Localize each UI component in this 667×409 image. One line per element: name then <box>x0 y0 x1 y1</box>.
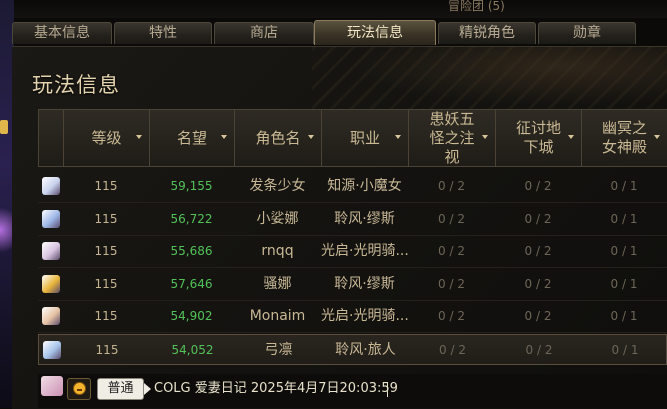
column-header-character-name[interactable]: 角色名 <box>234 110 321 166</box>
raid-1-progress-cell: 0 / 2 <box>438 211 465 226</box>
sort-arrow-icon <box>482 135 488 139</box>
column-header-level-label: 等级 <box>91 128 122 147</box>
table-row[interactable]: 115 56,722 小娑娜 聆风·缪斯 0 / 2 0 / 2 0 / 1 <box>38 204 667 236</box>
raid-3-progress-cell: 0 / 1 <box>610 211 638 226</box>
job-cell: 聆风·缪斯 <box>334 275 395 292</box>
character-name-cell: 小娑娜 <box>256 210 299 227</box>
raid-3-progress-cell: 0 / 1 <box>611 342 639 357</box>
chat-bar: 普通 <box>38 374 667 408</box>
chat-channel-button[interactable]: 普通 <box>97 378 144 400</box>
raid-3-progress-cell: 0 / 1 <box>610 179 638 193</box>
job-cell: 光启·光明骑... <box>321 243 408 259</box>
sort-arrow-icon <box>654 135 660 139</box>
level-cell: 115 <box>94 244 118 258</box>
job-cell: 聆风·缪斯 <box>334 210 395 227</box>
raid-1-progress-cell: 0 / 2 <box>438 276 465 291</box>
level-cell: 115 <box>95 342 119 357</box>
fame-cell: 56,722 <box>170 211 213 226</box>
job-cell: 知源·小魔女 <box>327 178 402 194</box>
raid-1-progress-cell: 0 / 2 <box>438 244 465 258</box>
column-header-fame[interactable]: 名望 <box>149 110 234 166</box>
column-header-raid-3-label: 幽冥之女神殿 <box>601 119 647 156</box>
column-header-raid-1-label: 患妖五怪之注视 <box>429 109 475 166</box>
tab-gameplay-info[interactable]: 玩法信息 <box>314 20 436 45</box>
sort-arrow-icon <box>395 135 401 139</box>
fame-cell: 59,155 <box>170 179 213 193</box>
window-title: 冒险团 (5) <box>448 0 505 13</box>
job-cell: 聆风·旅人 <box>335 341 396 358</box>
character-avatar <box>42 242 60 260</box>
character-avatar <box>43 340 61 359</box>
column-header-job-label: 职业 <box>349 128 380 147</box>
column-header-fame-label: 名望 <box>176 128 207 147</box>
column-header-raid-1[interactable]: 患妖五怪之注视 <box>408 110 495 166</box>
fame-cell: 57,646 <box>170 276 213 291</box>
tab-bar: 基本信息 特性 商店 玩法信息 精锐角色 勋章 <box>12 20 667 46</box>
raid-2-progress-cell: 0 / 2 <box>524 211 552 226</box>
channel-arrow-icon <box>144 383 151 395</box>
sort-arrow-icon <box>221 135 227 139</box>
smiley-icon <box>73 382 86 395</box>
raid-3-progress-cell: 0 / 1 <box>610 276 638 291</box>
character-name-cell: 发条少女 <box>249 178 306 194</box>
character-name-cell: Monaim <box>249 308 306 324</box>
chat-input[interactable] <box>154 378 667 400</box>
tab-traits[interactable]: 特性 <box>114 22 212 44</box>
raid-1-progress-cell: 0 / 2 <box>438 179 465 193</box>
raid-3-progress-cell: 0 / 1 <box>610 309 638 323</box>
raid-2-progress-cell: 0 / 2 <box>525 342 553 357</box>
fame-cell: 55,686 <box>170 244 213 258</box>
character-name-cell: 骚娜 <box>263 275 292 292</box>
fame-cell: 54,902 <box>170 309 213 323</box>
panel-decoration <box>312 47 667 113</box>
raid-2-progress-cell: 0 / 2 <box>524 276 552 291</box>
chat-avatar <box>41 376 63 396</box>
raid-1-progress-cell: 0 / 2 <box>438 309 465 323</box>
background-spark <box>0 120 8 134</box>
column-header-avatar <box>38 110 63 166</box>
character-name-cell: 弓凛 <box>264 341 293 358</box>
level-cell: 115 <box>94 309 118 323</box>
character-avatar <box>42 209 60 228</box>
column-header-raid-2-label: 征讨地下城 <box>515 119 561 156</box>
panel-title: 玩法信息 <box>32 73 120 97</box>
character-avatar <box>42 274 60 293</box>
column-header-character-name-label: 角色名 <box>255 128 301 147</box>
background-glow <box>0 200 12 260</box>
fame-cell: 54,052 <box>171 342 214 357</box>
level-cell: 115 <box>94 276 118 291</box>
table-row[interactable]: 115 54,052 弓凛 聆风·旅人 0 / 2 0 / 2 0 / 1 <box>38 333 667 365</box>
table-row[interactable]: 115 57,646 骚娜 聆风·缪斯 0 / 2 0 / 2 0 / 1 <box>38 269 667 301</box>
raid-2-progress-cell: 0 / 2 <box>524 309 552 323</box>
raid-2-progress-cell: 0 / 2 <box>524 244 552 258</box>
tab-medals[interactable]: 勋章 <box>538 22 636 44</box>
table-header: 等级 名望 角色名 职业 患妖五怪之注视 征讨地下城 幽冥之女神殿 <box>38 109 667 167</box>
emote-button[interactable] <box>67 378 91 400</box>
column-header-job[interactable]: 职业 <box>321 110 408 166</box>
character-avatar <box>42 307 60 325</box>
tab-basic-info[interactable]: 基本信息 <box>12 22 112 44</box>
job-cell: 光启·光明骑... <box>321 308 408 324</box>
tab-shop[interactable]: 商店 <box>214 22 314 44</box>
raid-2-progress-cell: 0 / 2 <box>524 179 552 193</box>
sort-arrow-icon <box>568 135 574 139</box>
tab-elite-characters[interactable]: 精锐角色 <box>438 22 536 44</box>
table-row[interactable]: 115 55,686 rnqq 光启·光明骑... 0 / 2 0 / 2 0 / 1 <box>38 236 667 268</box>
table-row[interactable]: 115 54,902 Monaim 光启·光明骑... 0 / 2 0 / 2 0 / 1 <box>38 301 667 333</box>
raid-1-progress-cell: 0 / 2 <box>439 342 466 357</box>
text-caret <box>387 382 388 397</box>
table-row[interactable]: 115 59,155 发条少女 知源·小魔女 0 / 2 0 / 2 0 / 1 <box>38 171 667 203</box>
column-header-raid-3[interactable]: 幽冥之女神殿 <box>581 110 667 166</box>
column-header-level[interactable]: 等级 <box>63 110 149 166</box>
character-name-cell: rnqq <box>261 243 294 259</box>
raid-3-progress-cell: 0 / 1 <box>610 244 638 258</box>
sort-arrow-icon <box>308 135 314 139</box>
character-avatar <box>42 177 60 195</box>
sort-arrow-icon <box>136 135 142 139</box>
window-top-strip: 冒险团 (5) <box>14 0 667 18</box>
level-cell: 115 <box>94 179 118 193</box>
column-header-raid-2[interactable]: 征讨地下城 <box>495 110 581 166</box>
level-cell: 115 <box>94 211 118 226</box>
